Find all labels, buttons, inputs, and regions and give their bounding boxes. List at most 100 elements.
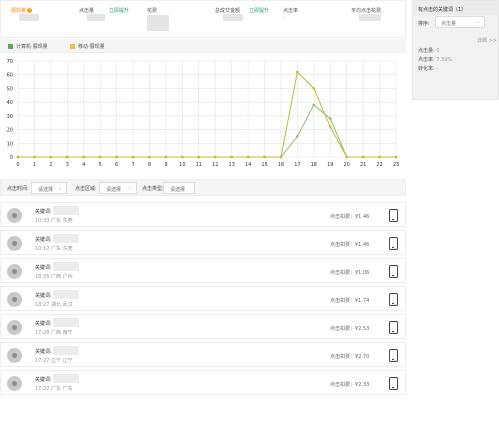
boost-link[interactable]: 立即提升: [249, 7, 269, 14]
filter-bar: 点击时间: 请选择 ⌄ 点击区域: 请选择 ⌄ 点击类型: 请选择: [0, 179, 406, 196]
keyword-label: 关键词:: [35, 293, 52, 299]
redacted-value: [359, 14, 381, 21]
side-stat-clicks: 点击量: 0: [418, 47, 439, 54]
y-tick-label: 30: [7, 114, 13, 120]
data-point: [328, 125, 332, 129]
legend-label: 计算机·展现量: [16, 44, 48, 50]
x-tick-label: 11: [196, 162, 202, 168]
side-stat-ctr: 点击率: 7.39%: [418, 56, 452, 63]
legend-item-pc[interactable]: 计算机·展现量: [8, 43, 48, 50]
avatar: [7, 320, 22, 335]
list-item[interactable]: 关键词: 10:33 广东 东莞 点击扣费：¥1.46: [0, 202, 406, 227]
data-point: [361, 155, 365, 159]
filter-region-select[interactable]: 请选择 ⌄: [99, 182, 137, 194]
mobile-device-icon: [389, 321, 398, 334]
list-item[interactable]: 关键词: 17:27 辽宁 辽宁 点击扣费：¥2.70: [0, 342, 406, 367]
stat-label: 总成交金额: [215, 8, 241, 14]
select-value: 请选择: [170, 187, 186, 193]
x-tick-label: 21: [360, 162, 366, 168]
chart-svg: 0102030405060700 1 2 3 4 5 6 7 8 9 10 11 12 13 14 15 16 1…: [7, 59, 400, 168]
redacted-keyword: [53, 290, 79, 299]
x-tick-label: 3: [66, 162, 69, 168]
data-point: [296, 135, 299, 138]
avatar: [7, 348, 22, 363]
side-stat-conversion: 转化率: -: [418, 65, 438, 72]
data-point: [181, 155, 184, 159]
filter-time-label: 点击时间:: [7, 186, 29, 192]
details-link[interactable]: 详细 >>: [477, 37, 497, 44]
help-icon[interactable]: [27, 8, 33, 13]
list-item[interactable]: 关键词: 18:35 广西 广州 点击扣费：¥1.06: [0, 258, 406, 283]
data-point: [345, 155, 348, 159]
redacted-value: [147, 15, 169, 31]
hourly-line-chart: 0 10 20 30 40 50 60 70 0 1 2 3 4 5 6 7 8 9 10 11 12 13 14 15 16 1…: [0, 55, 406, 175]
data-point: [66, 155, 69, 159]
x-tick-label: 13: [228, 162, 234, 168]
x-tick-label: 9: [164, 162, 167, 168]
x-tick-label: 18: [311, 162, 317, 168]
mobile-device-icon: [389, 237, 398, 250]
time-location: 18:27 湖北 武汉: [35, 302, 73, 308]
avatar: [7, 236, 22, 251]
y-tick-label: 0: [10, 155, 13, 161]
filter-type-label: 点击类型:: [142, 186, 164, 192]
filter-time-select[interactable]: 请选择 ⌄: [31, 182, 67, 194]
filter-region-label: 点击区域:: [75, 186, 97, 192]
boost-link[interactable]: 立即提升: [109, 7, 129, 14]
list-item[interactable]: 关键词: 18:27 湖北 武汉 点击扣费：¥1.74: [0, 286, 406, 311]
avatar: [7, 376, 22, 391]
redacted-value: [223, 14, 243, 21]
click-cost: 点击扣费：¥2.53: [330, 326, 370, 332]
keyword-label: 关键词:: [35, 209, 52, 215]
x-tick-label: 22: [376, 162, 382, 168]
list-item[interactable]: 关键词: 10:12 广东 东莞 点击扣费：¥1.46: [0, 230, 406, 255]
data-point: [16, 155, 20, 159]
data-point: [82, 155, 86, 159]
stat-impressions: 展现量: [1, 1, 69, 39]
x-tick-label: 2: [49, 162, 52, 168]
side-stat-label: 点击率:: [418, 57, 435, 63]
series-line-0: [18, 104, 396, 158]
side-stat-value: 7.39%: [436, 57, 453, 63]
x-tick-label: 23: [393, 162, 399, 168]
data-point: [279, 155, 283, 159]
redacted-value: [87, 14, 105, 21]
chevron-down-icon: ⌄: [475, 19, 480, 25]
stat-label: 点击率: [283, 8, 299, 14]
time-location: 17:22 广东 广东: [35, 386, 73, 392]
y-tick-label: 70: [7, 59, 13, 65]
redacted-value: [19, 14, 39, 21]
legend-item-mobile[interactable]: 移动·展现量: [70, 43, 105, 50]
redacted-keyword: [53, 346, 79, 355]
redacted-keyword: [53, 206, 79, 215]
avatar: [7, 208, 22, 223]
mobile-device-icon: [389, 265, 398, 278]
chevron-down-icon: ⌄: [127, 185, 132, 191]
keyword-label: 关键词:: [35, 265, 52, 271]
x-tick-label: 8: [148, 162, 151, 168]
filter-type-select[interactable]: 请选择: [163, 182, 195, 194]
list-item[interactable]: 关键词: 17:22 广东 广东 点击扣费：¥2.33: [0, 370, 406, 395]
side-panel-title: 有点击的关键词（1）: [418, 7, 467, 13]
y-tick-label: 50: [7, 86, 13, 92]
time-location: 10:12 广东 东莞: [35, 246, 73, 252]
list-item[interactable]: 关键词: 17:28 广西 南宁 点击扣费：¥2.53: [0, 314, 406, 339]
data-point: [246, 155, 250, 159]
sort-select[interactable]: 点击量 ⌄: [435, 16, 485, 28]
stat-ctr: 点击率 -: [273, 1, 341, 39]
redacted-keyword: [53, 318, 79, 327]
x-tick-label: 7: [131, 162, 134, 168]
keyword-label: 关键词:: [35, 377, 52, 383]
checkbox-icon[interactable]: [8, 44, 13, 49]
x-tick-label: 0: [16, 162, 19, 168]
side-stat-value: 0: [436, 48, 440, 54]
main-panel: 展现量 点击量 立即提升 花费 总成交金额 立即提升 点击率 - 平均点击花费: [0, 0, 406, 395]
x-tick-label: 12: [212, 162, 218, 168]
checkbox-icon[interactable]: [70, 44, 75, 49]
keyword-side-panel: 有点击的关键词（1） 排序: 点击量 ⌄ 详细 >> 点击量: 0 点击率: 7.…: [412, 0, 499, 100]
time-location: 10:33 广东 东莞: [35, 218, 73, 224]
time-location: 17:28 广西 南宁: [35, 330, 73, 336]
x-tick-label: 20: [344, 162, 350, 168]
data-point: [312, 87, 316, 90]
click-cost: 点击扣费：¥1.06: [330, 270, 370, 276]
